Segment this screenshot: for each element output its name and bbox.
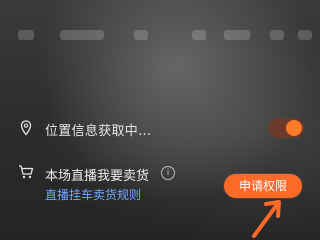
location-status-text: 位置信息获取中...: [45, 124, 152, 139]
info-icon[interactable]: i: [161, 166, 175, 180]
shopping-cart-icon: [19, 165, 34, 179]
blurred-icon: [192, 30, 206, 40]
blurred-icon: [270, 30, 284, 40]
location-row[interactable]: 位置信息获取中...: [20, 118, 308, 139]
location-toggle[interactable]: [268, 118, 304, 138]
sell-rules-link[interactable]: 直播挂车卖货规则: [45, 186, 141, 203]
sell-goods-title: 本场直播我要卖货: [45, 169, 150, 184]
apply-permission-button[interactable]: 申请权限: [224, 174, 302, 198]
blurred-icon: [298, 30, 312, 40]
blurred-icon: [134, 30, 148, 40]
blurred-text: [60, 30, 104, 40]
toggle-knob: [286, 120, 302, 136]
blurred-text: [224, 30, 250, 40]
blurred-icon: [18, 30, 34, 40]
location-pin-icon: [20, 120, 32, 136]
top-toolbar-blurred: [0, 0, 320, 70]
arrow-pointer-icon: [252, 200, 281, 238]
